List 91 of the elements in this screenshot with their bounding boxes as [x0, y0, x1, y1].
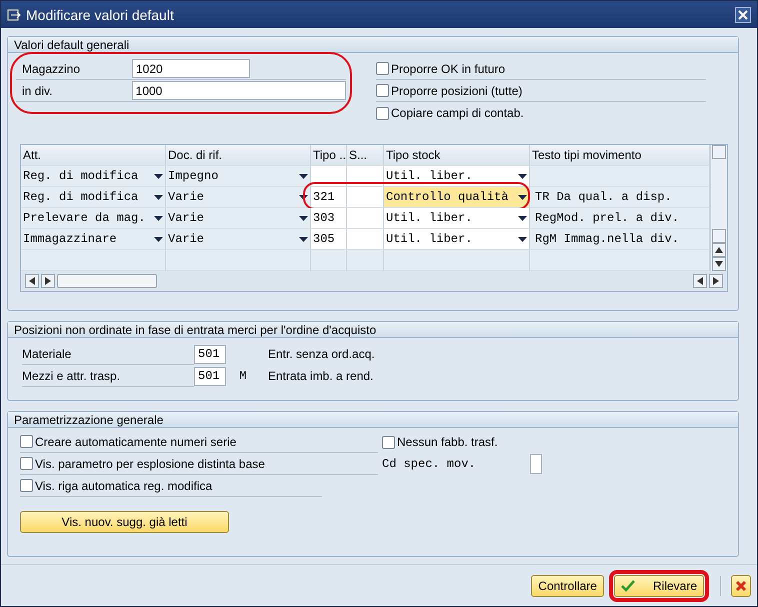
vertical-scrollbar[interactable] — [710, 145, 727, 271]
checkbox[interactable] — [376, 62, 389, 75]
dropdown-arrow-icon[interactable] — [299, 174, 308, 178]
checkbox-label: Creare automaticamente numeri serie — [35, 434, 236, 448]
dropdown-arrow-icon[interactable] — [518, 194, 527, 200]
table-cell[interactable]: Immagazzinare — [21, 229, 166, 250]
group-title: Posizioni non ordinate in fase di entrata merci per l'ordine d'acquisto — [8, 322, 738, 338]
checkbox[interactable] — [20, 457, 33, 470]
checkbox-label: Proporre OK in futuro — [391, 62, 506, 76]
close-button[interactable] — [735, 6, 751, 22]
input-field[interactable] — [530, 454, 542, 474]
table-cell — [347, 229, 384, 250]
dropdown-arrow-icon[interactable] — [299, 236, 308, 242]
table-cell[interactable]: Varie — [166, 187, 311, 208]
table-cell: RgM Immag.nella div. — [530, 229, 710, 250]
field-label: Cd spec. mov. — [382, 457, 477, 471]
dropdown-arrow-icon[interactable] — [154, 174, 163, 178]
checkbox-label: Copiare campi di contab. — [391, 106, 524, 120]
table-cell[interactable]: Util. liber. — [384, 166, 530, 187]
checkbox[interactable] — [382, 436, 395, 448]
close-icon — [735, 580, 747, 592]
field-label: in div. — [22, 84, 54, 98]
arrow-left-icon — [697, 277, 703, 285]
table-cell[interactable]: Reg. di modifica — [21, 187, 166, 208]
dropdown-arrow-icon[interactable] — [154, 194, 163, 200]
dropdown-arrow-icon[interactable] — [518, 236, 527, 242]
table-cell — [311, 250, 347, 271]
table-cell — [347, 187, 384, 208]
dropdown-arrow-icon[interactable] — [154, 236, 163, 242]
table-cell[interactable]: Util. liber. — [384, 208, 530, 229]
dropdown-arrow-icon[interactable] — [518, 174, 527, 178]
table-cell: RegMod. prel. a div. — [530, 208, 710, 229]
table-cell: 305 — [311, 229, 347, 250]
column-header[interactable]: Testo tipi movimento — [530, 145, 710, 166]
dropdown-arrow-icon[interactable] — [299, 194, 308, 200]
dropdown-arrow-icon[interactable] — [518, 216, 527, 220]
description-text: Entrata imb. a rend. — [268, 369, 374, 383]
edit-window-icon — [7, 8, 21, 20]
arrow-right-icon — [713, 277, 719, 285]
column-header[interactable]: Tipo ... — [311, 145, 347, 166]
field-label: Materiale — [22, 346, 72, 360]
table-cell — [347, 166, 384, 187]
table-cell[interactable]: Prelevare da mag. — [21, 208, 166, 229]
horizontal-scrollbar[interactable] — [21, 271, 727, 291]
checkbox-label: Vis. parametro per esplosione distinta base — [35, 456, 265, 470]
arrow-down-icon — [715, 261, 723, 267]
checkbox[interactable] — [20, 435, 33, 448]
field-label: Magazzino — [22, 62, 82, 76]
checkbox[interactable] — [376, 84, 389, 97]
group-title: Parametrizzazione generale — [8, 412, 738, 428]
table-cell[interactable]: Controllo qualità — [384, 187, 530, 208]
input-field[interactable]: 501 — [194, 366, 226, 386]
table-cell — [347, 250, 384, 271]
input-field[interactable]: 1000 — [132, 81, 346, 100]
arrow-up-icon — [715, 247, 723, 253]
table-cell[interactable]: Reg. di modifica — [21, 166, 166, 187]
checkbox[interactable] — [20, 479, 33, 492]
scroll-thumb[interactable] — [712, 145, 726, 159]
description-text: Entr. senza ord.acq. — [268, 347, 375, 361]
table-cell[interactable]: Impegno — [166, 166, 311, 187]
column-header[interactable]: Tipo stock — [384, 145, 530, 166]
dropdown-arrow-icon[interactable] — [299, 216, 308, 220]
field-label: Mezzi e attr. trasp. — [22, 368, 120, 382]
cancel-button[interactable] — [731, 574, 751, 596]
table-cell[interactable]: Util. liber. — [384, 229, 530, 250]
checkmark-icon — [620, 580, 635, 592]
table-cell: 303 — [311, 208, 347, 229]
checkbox-label: Proporre posizioni (tutte) — [391, 84, 522, 98]
flag-text: M — [239, 369, 247, 383]
table-cell: TR Da qual. a disp. — [530, 187, 710, 208]
column-header[interactable]: Doc. di rif. — [166, 145, 311, 166]
show-suggestions-button[interactable]: Vis. nuov. sugg. già letti — [20, 511, 229, 533]
input-field[interactable]: 1020 — [132, 59, 250, 78]
checkbox[interactable] — [376, 106, 389, 120]
arrow-right-icon — [45, 277, 51, 285]
table-cell[interactable]: Varie — [166, 229, 311, 250]
table-cell — [311, 166, 347, 187]
table-cell — [347, 208, 384, 229]
column-header[interactable]: S... — [347, 145, 384, 166]
table-cell[interactable]: Varie — [166, 208, 311, 229]
arrow-left-icon — [29, 277, 35, 285]
group-title: Valori default generali — [8, 37, 738, 53]
column-header[interactable]: Att. — [21, 145, 166, 166]
scroll-thumb[interactable] — [712, 229, 726, 243]
input-field[interactable]: 501 — [194, 344, 226, 364]
window-title: Modificare valori default — [26, 6, 175, 22]
dropdown-arrow-icon[interactable] — [154, 216, 163, 220]
table-cell: 321 — [311, 187, 347, 208]
check-button[interactable]: Controllare — [531, 574, 604, 596]
checkbox-label: Nessun fabb. trasf. — [397, 435, 498, 449]
checkbox-label: Vis. riga automatica reg. modifica — [35, 478, 212, 492]
